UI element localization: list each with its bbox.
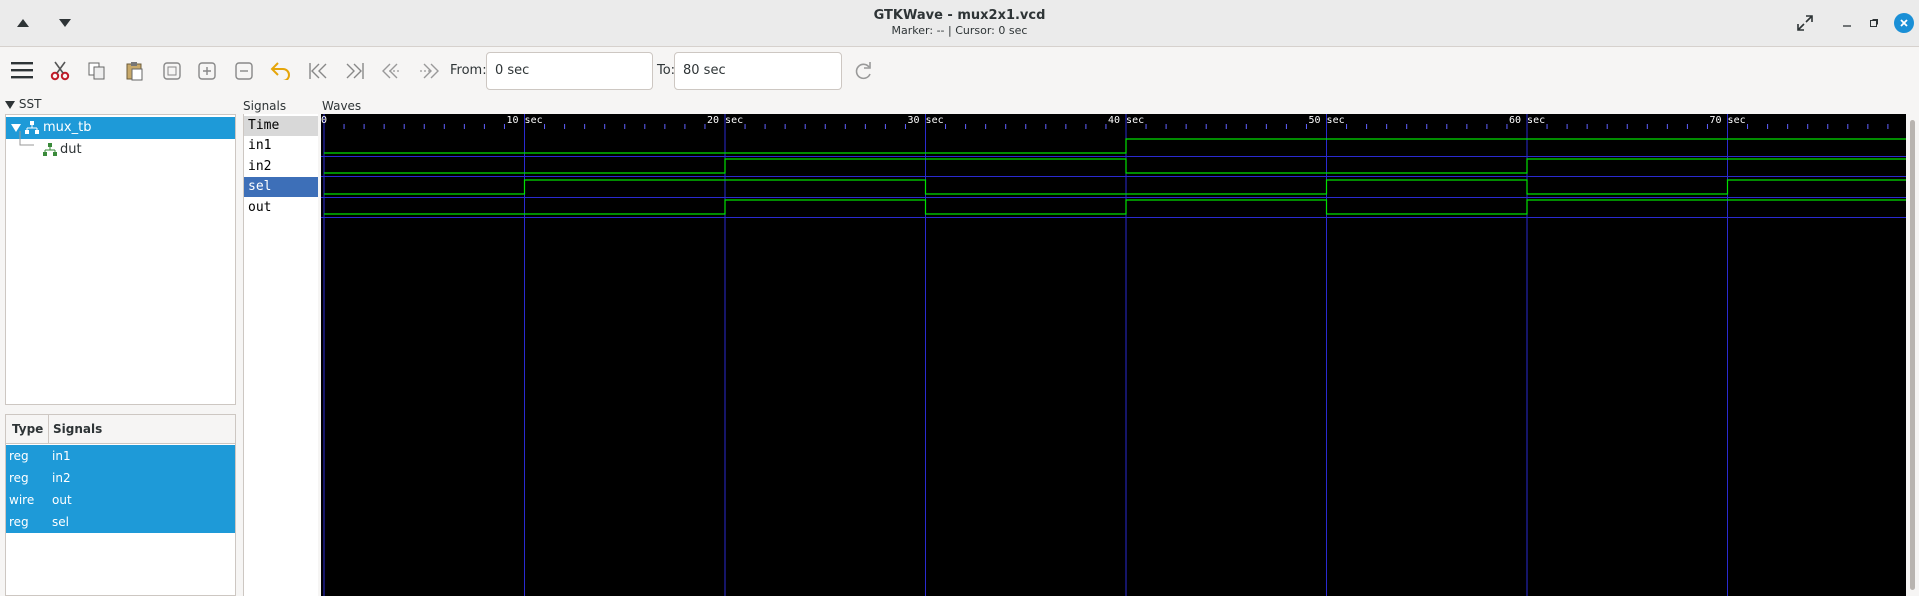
row-signal: in1 [52,449,71,463]
table-row[interactable]: reg sel [6,511,235,533]
to-field[interactable]: 80 sec [674,52,842,90]
time-tick-label: 70 sec [1710,115,1746,126]
module-icon [43,143,57,156]
time-tick-label: 20 sec [707,115,743,126]
maximize-icon[interactable] [1863,12,1885,34]
row-type: reg [9,515,29,529]
signal-sel[interactable]: sel [244,177,318,197]
from-field[interactable]: 0 sec [486,52,653,90]
menu-icon[interactable] [10,58,34,82]
time-tick-label: 10 sec [507,115,543,126]
last-icon[interactable] [343,59,367,83]
reload-icon[interactable] [851,59,875,83]
fullscreen-icon[interactable] [1794,12,1816,34]
table-header: Type Signals [6,415,235,444]
first-icon[interactable] [306,59,330,83]
signal-out[interactable]: out [244,198,318,218]
trace-sel [324,179,1906,195]
table-row[interactable]: reg in1 [6,445,235,467]
trace-in1 [324,138,1906,154]
waves-pane[interactable]: 0 10 sec 20 sec 30 sec 40 sec 50 sec 60 sec 70 … [321,114,1906,596]
row-type: reg [9,449,29,463]
to-label: To: [657,63,676,78]
next-icon[interactable] [417,59,441,83]
row-type: reg [9,471,29,485]
table-row[interactable]: reg in2 [6,467,235,489]
window-subtitle: Marker: -- | Cursor: 0 sec [891,24,1028,37]
sst-tree: mux_tb dut [5,114,236,405]
signal-in1[interactable]: in1 [244,136,318,156]
sst-label: SST [18,97,42,111]
row-signal: out [52,493,72,507]
signals-pane: Time in1 in2 sel out [243,114,318,596]
sst-header[interactable]: SST [5,97,41,111]
zoom-fit-icon[interactable] [160,59,184,83]
paste-icon[interactable] [122,59,146,83]
time-tick-label: 60 sec [1509,115,1545,126]
signal-time[interactable]: Time [244,116,318,136]
close-icon[interactable] [1894,13,1914,33]
time-tick-label: 0 [321,115,327,126]
signal-table: Type Signals reg in1 reg in2 wire out re… [5,414,236,596]
signal-in2[interactable]: in2 [244,157,318,177]
undo-icon[interactable] [269,58,293,82]
tree-label: dut [60,142,82,157]
table-row[interactable]: wire out [6,489,235,511]
trace-in2 [324,158,1906,174]
column-signals[interactable]: Signals [53,422,102,436]
tree-label: mux_tb [43,120,92,135]
expand-icon[interactable] [5,100,15,109]
from-label: From: [450,63,487,78]
cut-icon[interactable] [48,59,72,83]
time-tick-label: 40 sec [1108,115,1144,126]
minimize-icon[interactable] [1836,12,1858,34]
time-tick-label: 30 sec [908,115,944,126]
title-bar: GTKWave - mux2x1.vcd Marker: -- | Cursor… [0,0,1919,47]
row-type: wire [9,493,35,507]
tree-line [19,131,34,146]
signals-label: Signals [243,99,287,113]
row-signal: sel [52,515,69,529]
prev-icon[interactable] [380,59,404,83]
window-title: GTKWave - mux2x1.vcd [873,8,1046,23]
vertical-scrollbar[interactable] [1906,114,1919,596]
copy-icon[interactable] [85,59,109,83]
tree-item-mux-tb[interactable]: mux_tb [6,117,235,139]
trace-out [324,199,1906,215]
waves-label: Waves [322,99,362,113]
row-signal: in2 [52,471,71,485]
waveform-chart[interactable]: 0 10 sec 20 sec 30 sec 40 sec 50 sec 60 sec 70 … [321,114,1906,596]
tree-item-dut[interactable]: dut [6,131,235,161]
time-tick-label: 50 sec [1309,115,1345,126]
zoom-out-icon[interactable] [232,59,256,83]
column-type[interactable]: Type [12,422,43,436]
zoom-in-icon[interactable] [195,59,219,83]
